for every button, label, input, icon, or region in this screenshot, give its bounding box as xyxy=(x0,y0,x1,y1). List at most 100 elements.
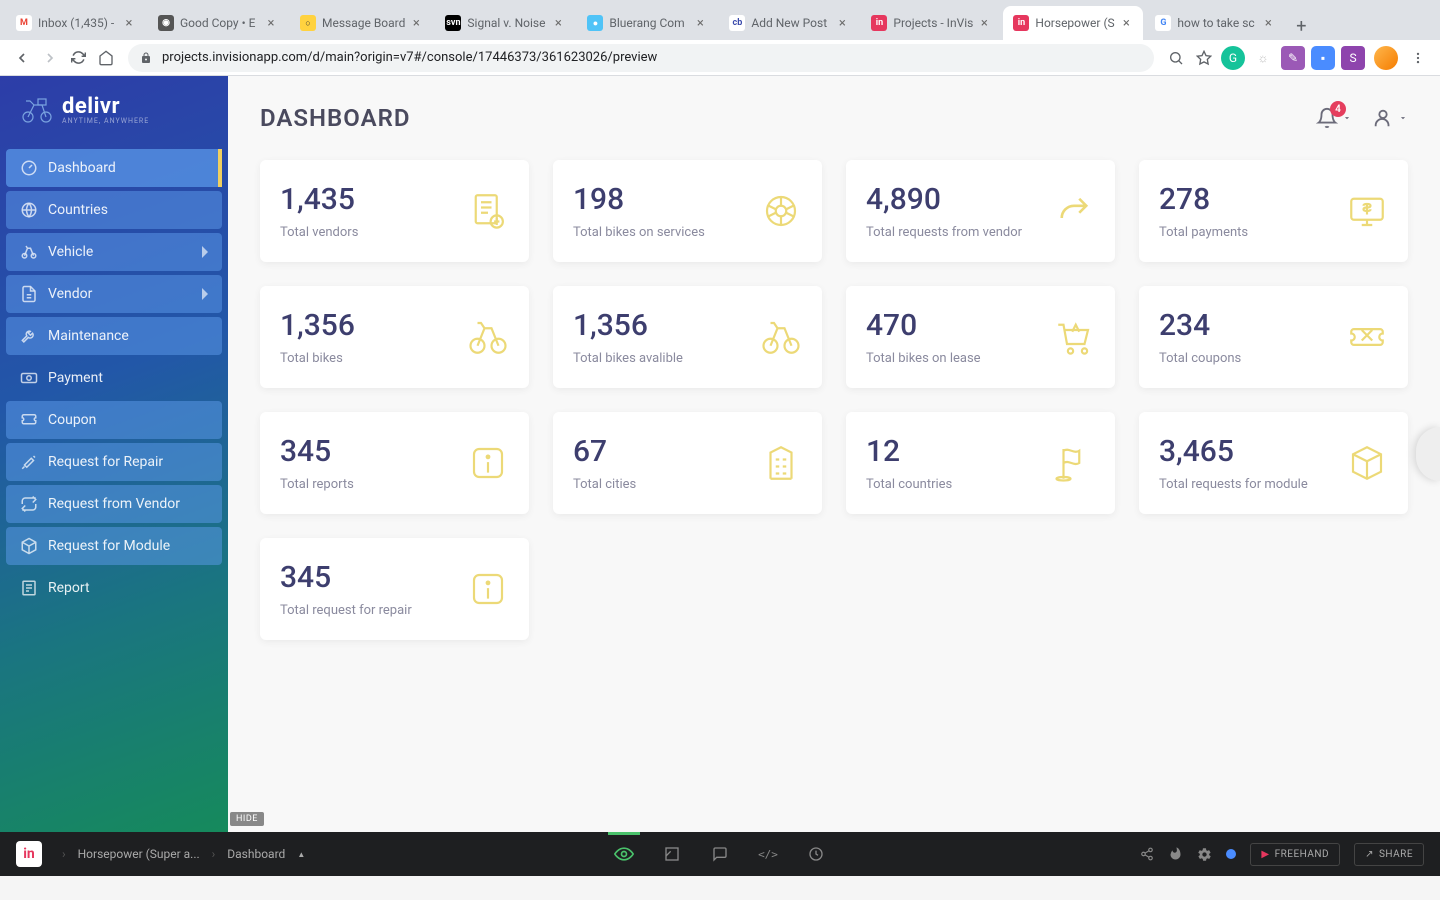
nav-label: Maintenance xyxy=(48,328,129,344)
browser-tab[interactable]: MInbox (1,435) -× xyxy=(6,6,146,40)
browser-tab[interactable]: ◉Good Copy • E× xyxy=(148,6,288,40)
build-mode-icon[interactable] xyxy=(662,844,682,864)
close-icon[interactable]: × xyxy=(264,16,278,30)
logo[interactable]: delivr ANYTIME, ANYWHERE xyxy=(0,76,228,143)
close-icon[interactable]: × xyxy=(122,16,136,30)
sidebar-item-countries[interactable]: Countries xyxy=(6,191,222,229)
browser-tab[interactable]: Ghow to take sc× xyxy=(1145,6,1285,40)
new-tab-button[interactable]: + xyxy=(1287,12,1315,40)
close-icon[interactable]: × xyxy=(1119,16,1133,30)
ext-grammarly-icon[interactable]: G xyxy=(1221,46,1245,70)
back-button[interactable] xyxy=(8,44,36,72)
browser-tab[interactable]: cbAdd New Post× xyxy=(719,6,859,40)
stat-card[interactable]: 345Total request for repair xyxy=(260,538,529,640)
crumb-dropdown-icon[interactable]: ▲ xyxy=(297,850,305,859)
settings-icon[interactable] xyxy=(1197,847,1212,862)
stat-card[interactable]: 278Total payments xyxy=(1139,160,1408,262)
money-icon xyxy=(20,369,38,387)
stat-value: 1,356 xyxy=(573,308,683,343)
sidebar-item-coupon[interactable]: Coupon xyxy=(6,401,222,439)
forward-button[interactable] xyxy=(36,44,64,72)
menu-button[interactable] xyxy=(1404,44,1432,72)
close-icon[interactable]: × xyxy=(977,16,991,30)
crumb-screen[interactable]: Dashboard xyxy=(227,847,285,861)
close-icon[interactable]: × xyxy=(1261,16,1275,30)
stat-label: Total reports xyxy=(280,477,354,492)
nav-label: Request for Module xyxy=(48,538,170,554)
browser-tab[interactable]: svnSignal v. Noise× xyxy=(435,6,575,40)
history-mode-icon[interactable] xyxy=(806,844,826,864)
stat-card[interactable]: 3,465Total requests for module xyxy=(1139,412,1408,514)
stat-card[interactable]: 67Total cities xyxy=(553,412,822,514)
stat-card[interactable]: 1,356Total bikes xyxy=(260,286,529,388)
cube-icon xyxy=(20,537,38,555)
chevron-right-icon xyxy=(200,246,208,258)
sidebar-item-maintenance[interactable]: Maintenance xyxy=(6,317,222,355)
home-button[interactable] xyxy=(92,44,120,72)
user-menu[interactable] xyxy=(1372,107,1408,129)
close-icon[interactable]: × xyxy=(693,16,707,30)
info-icon xyxy=(467,442,509,484)
sidebar-item-payment[interactable]: Payment xyxy=(6,359,222,397)
tab-title: Projects - InVis xyxy=(893,16,973,30)
sidebar-item-dashboard[interactable]: Dashboard xyxy=(6,149,222,187)
sidebar-item-vehicle[interactable]: Vehicle xyxy=(6,233,222,271)
brand-name: delivr xyxy=(62,94,149,119)
lock-icon xyxy=(140,52,154,64)
stat-label: Total countries xyxy=(866,477,952,492)
share-link-icon[interactable] xyxy=(1140,847,1154,861)
stat-label: Total vendors xyxy=(280,225,358,240)
stat-card[interactable]: 234Total coupons xyxy=(1139,286,1408,388)
sidebar-item-request-from-vendor[interactable]: Request from Vendor xyxy=(6,485,222,523)
sidebar-item-request-for-module[interactable]: Request for Module xyxy=(6,527,222,565)
stat-label: Total requests from vendor xyxy=(866,225,1022,240)
sidebar-item-request-for-repair[interactable]: Request for Repair xyxy=(6,443,222,481)
sidebar-item-report[interactable]: Report xyxy=(6,569,222,607)
nav-label: Coupon xyxy=(48,412,96,428)
cloud-icon[interactable] xyxy=(1168,847,1183,862)
invision-logo[interactable]: in xyxy=(16,841,42,867)
sidebar-item-vendor[interactable]: Vendor xyxy=(6,275,222,313)
nav-label: Payment xyxy=(48,370,103,386)
browser-tab[interactable]: ○Message Board× xyxy=(290,6,433,40)
ext-icon-3[interactable]: ✎ xyxy=(1281,46,1305,70)
stat-label: Total bikes avalible xyxy=(573,351,683,366)
profile-avatar[interactable] xyxy=(1374,46,1398,70)
loop-icon xyxy=(20,495,38,513)
stat-card[interactable]: 4,890Total requests from vendor xyxy=(846,160,1115,262)
notifications-button[interactable]: 4 xyxy=(1316,107,1352,129)
hide-button[interactable]: HIDE xyxy=(230,812,264,826)
tab-title: how to take sc xyxy=(1177,16,1257,30)
zoom-icon[interactable] xyxy=(1162,44,1190,72)
stat-card[interactable]: 1,435Total vendors xyxy=(260,160,529,262)
invision-toolbar: in › Horsepower (Super a... › Dashboard … xyxy=(0,832,1440,876)
preview-mode-icon[interactable] xyxy=(614,844,634,864)
crumb-project[interactable]: Horsepower (Super a... xyxy=(78,847,200,861)
address-bar[interactable]: projects.invisionapp.com/d/main?origin=v… xyxy=(128,44,1154,72)
ext-zoom-icon[interactable]: ▪ xyxy=(1311,46,1335,70)
close-icon[interactable]: × xyxy=(409,16,423,30)
stat-card[interactable]: 470Total bikes on lease xyxy=(846,286,1115,388)
tab-title: Message Board xyxy=(322,16,405,30)
freehand-button[interactable]: ▶FREEHAND xyxy=(1250,843,1340,866)
share-button[interactable]: ↗SHARE xyxy=(1354,843,1424,866)
browser-tab[interactable]: inProjects - InVis× xyxy=(861,6,1001,40)
stat-card[interactable]: 198Total bikes on services xyxy=(553,160,822,262)
browser-tab[interactable]: ●Bluerang Com× xyxy=(577,6,717,40)
ext-icon-2[interactable]: ☼ xyxy=(1251,46,1275,70)
close-icon[interactable]: × xyxy=(551,16,565,30)
status-dot-icon[interactable] xyxy=(1226,849,1236,859)
ext-icon-5[interactable]: S xyxy=(1341,46,1365,70)
header-actions: 4 xyxy=(1316,107,1408,129)
inspect-mode-icon[interactable]: </> xyxy=(758,844,778,864)
star-icon[interactable] xyxy=(1190,44,1218,72)
comment-mode-icon[interactable] xyxy=(710,844,730,864)
stat-card[interactable]: 1,356 Total bikes avalible xyxy=(553,286,822,388)
browser-tab[interactable]: inHorsepower (S× xyxy=(1003,6,1143,40)
tab-title: Signal v. Noise xyxy=(467,16,547,30)
reload-button[interactable] xyxy=(64,44,92,72)
doc-icon xyxy=(20,285,38,303)
stat-card[interactable]: 12Total countries xyxy=(846,412,1115,514)
close-icon[interactable]: × xyxy=(835,16,849,30)
stat-card[interactable]: 345Total reports xyxy=(260,412,529,514)
